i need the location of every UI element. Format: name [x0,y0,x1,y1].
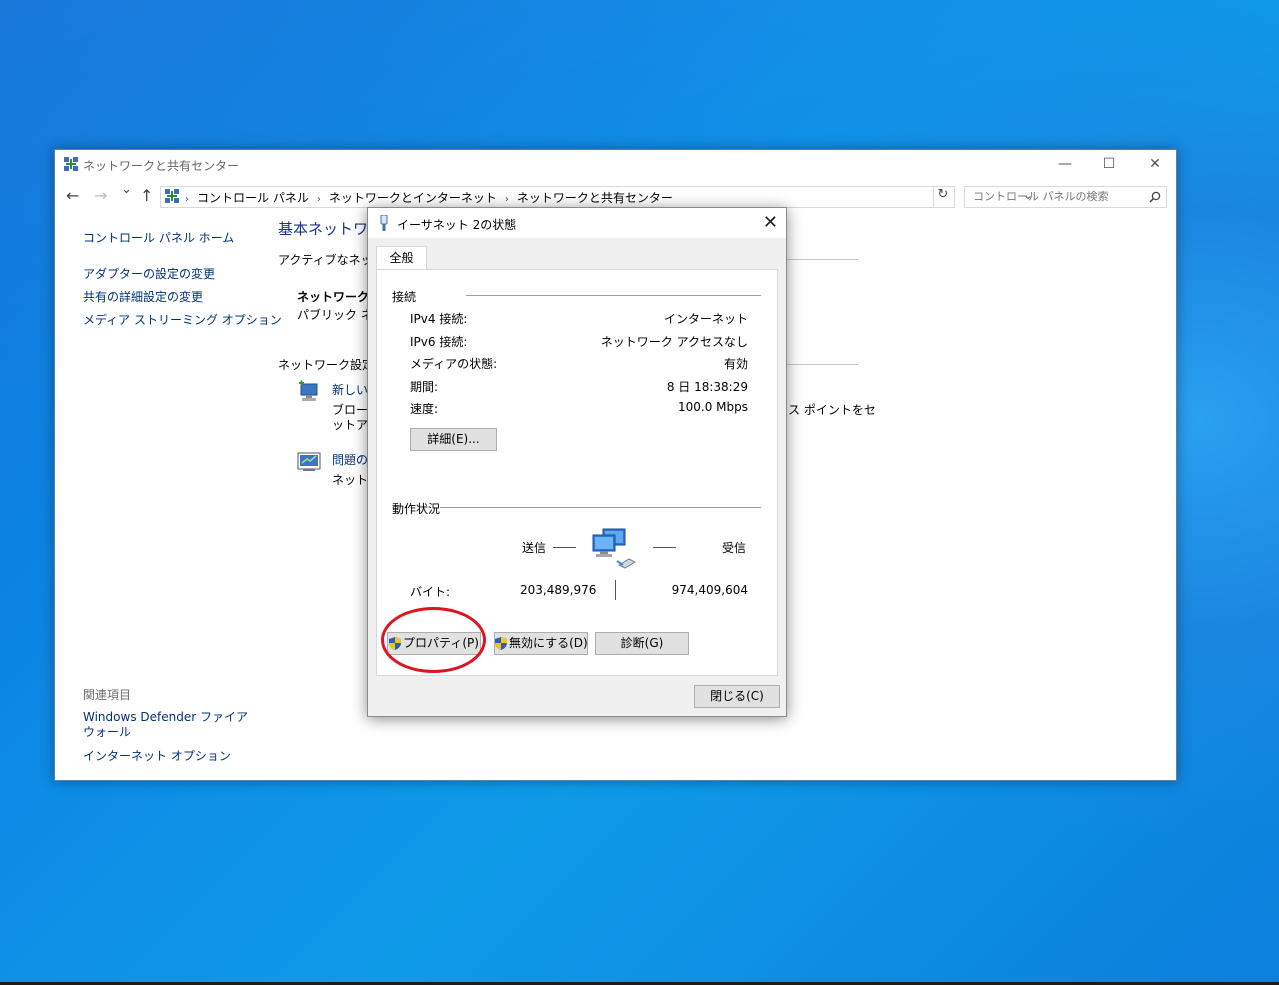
control-panel-icon [165,189,179,203]
troubleshoot-icon [297,452,321,471]
bytes-sent-value: 203,489,976 [520,583,597,597]
recent-locations-chevron-icon[interactable]: ⌄ [121,182,132,197]
back-arrow-icon[interactable]: ← [66,186,79,205]
maximize-button[interactable]: ☐ [1086,150,1132,180]
network-computers-icon [592,528,637,569]
activity-group-label: 動作状況 [392,502,441,516]
breadcrumb: › コントロール パネル › ネットワークとインターネット › ネットワークと共有センター [183,189,673,206]
related-heading: 関連項目 [83,688,132,702]
connection-group-label: 接続 [392,290,417,304]
breadcrumb-control-panel[interactable]: コントロール パネル [197,191,309,205]
close-dialog-button[interactable]: 閉じる(C) [694,685,780,708]
section-divider [785,364,858,365]
tab-general[interactable]: 全般 [376,246,427,270]
duration-label: 期間: [410,380,439,394]
properties-button-label: プロパティ(P) [403,636,479,650]
details-button[interactable]: 詳細(E)... [410,428,497,451]
sent-line [553,547,576,548]
diagnose-button[interactable]: 診断(G) [595,632,689,655]
breadcrumb-network-sharing-center[interactable]: ネットワークと共有センター [517,191,673,205]
breadcrumb-chevron-icon[interactable]: › [505,194,509,205]
tab-panel-general: 接続 IPv4 接続: インターネット IPv6 接続: ネットワーク アクセス… [376,269,778,676]
up-arrow-icon[interactable]: ↑ [140,186,153,205]
properties-button[interactable]: プロパティ(P) [387,632,481,655]
sidebar-item-media-streaming[interactable]: メディア ストリーミング オプション [83,311,282,328]
search-input[interactable] [971,189,1145,204]
bytes-divider [615,580,616,600]
breadcrumb-chevron-icon[interactable]: › [185,194,189,205]
dialog-close-icon[interactable]: ✕ [763,212,778,233]
close-button[interactable]: ✕ [1132,150,1178,180]
sidebar-item-advanced-sharing[interactable]: 共有の詳細設定の変更 [83,288,203,305]
duration-value: 8 日 18:38:29 [666,380,748,394]
refresh-icon[interactable]: ↻ [933,187,952,207]
ethernet-cable-icon [380,215,388,231]
search-icon[interactable] [1149,191,1161,203]
forward-arrow-icon[interactable]: → [94,186,107,205]
breadcrumb-network-internet[interactable]: ネットワークとインターネット [329,191,497,205]
ipv4-value: インターネット [663,312,748,326]
window-title: ネットワークと共有センター [83,159,240,173]
title-bar[interactable]: ネットワークと共有センター — ☐ ✕ [55,150,1176,180]
ipv6-value: ネットワーク アクセスなし [600,335,748,349]
section-divider [785,259,858,260]
speed-label: 速度: [410,402,439,416]
bytes-received-value: 974,409,604 [671,583,748,597]
disable-button[interactable]: 無効にする(D) [494,632,588,655]
speed-value: 100.0 Mbps [677,400,748,414]
sent-label: 送信 [522,541,547,555]
dialog-title-bar[interactable]: イーサネット 2の状態 ✕ [368,208,786,238]
troubleshoot-link[interactable]: 問題の [332,451,368,468]
ipv4-label: IPv4 接続: [410,312,468,326]
address-bar[interactable]: › コントロール パネル › ネットワークとインターネット › ネットワークと共有センター… [160,186,1033,208]
media-state-value: 有効 [723,357,748,371]
breadcrumb-chevron-icon[interactable]: › [317,194,321,205]
media-state-label: メディアの状態: [410,357,498,371]
group-divider [440,507,761,508]
sidebar-item-internet-options[interactable]: インターネット オプション [83,747,231,764]
received-line [653,547,676,548]
minimize-button[interactable]: — [1042,150,1088,180]
bytes-label: バイト: [410,585,451,599]
group-divider [466,295,761,296]
sidebar-item-control-panel-home[interactable]: コントロール パネル ホーム [83,229,234,246]
ethernet-status-dialog: イーサネット 2の状態 ✕ 全般 接続 IPv4 接続: インターネット IPv… [367,207,787,717]
network-center-icon [64,157,78,171]
shield-icon [389,637,402,650]
disable-button-label: 無効にする(D) [509,636,588,650]
new-connection-description-right: ス ポイントをセ [788,403,876,417]
search-box[interactable] [964,186,1167,208]
sidebar-item-firewall[interactable]: Windows Defender ファイアウォール [83,710,248,740]
sidebar-item-adapter-settings[interactable]: アダプターの設定の変更 [83,265,215,282]
received-label: 受信 [722,541,747,555]
shield-icon [495,637,507,650]
ipv6-label: IPv6 接続: [410,335,468,349]
dialog-title: イーサネット 2の状態 [397,218,517,232]
new-connection-icon [299,380,318,401]
